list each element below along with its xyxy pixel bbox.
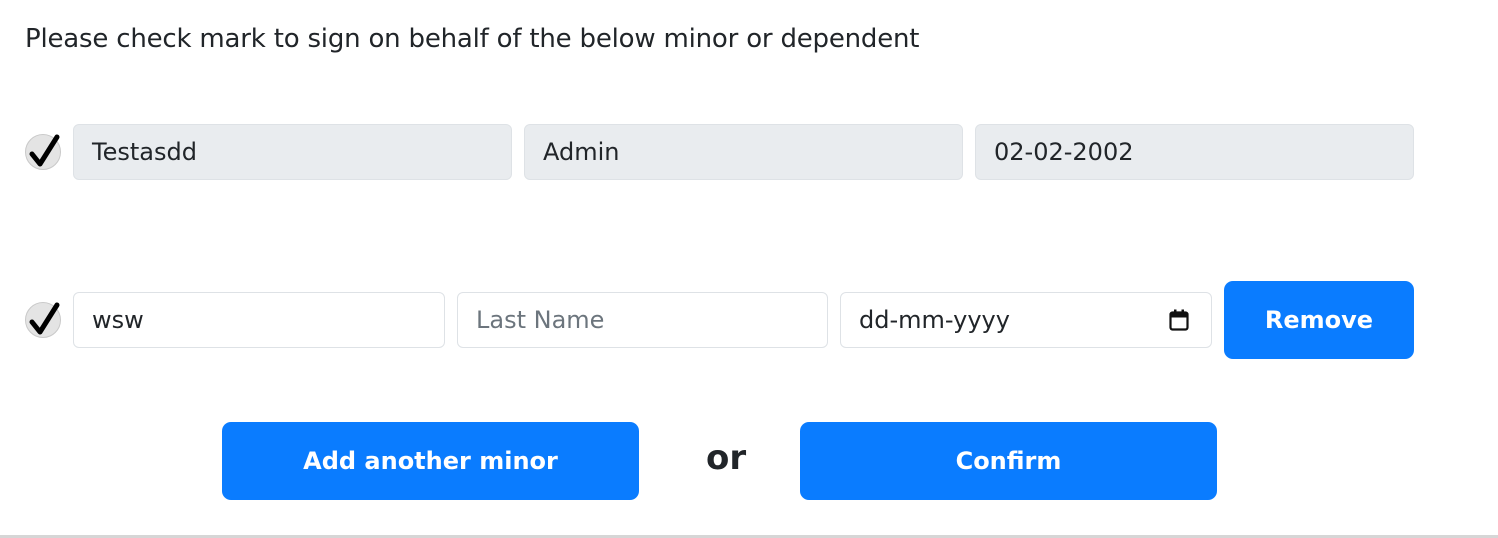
page-title: Please check mark to sign on behalf of t… [25, 24, 920, 54]
new-minor-checkbox[interactable] [25, 302, 61, 338]
dob-date-input[interactable]: dd-mm-yyyy [840, 292, 1212, 348]
checkmark-icon [29, 302, 60, 335]
checkmark-icon [29, 134, 60, 167]
add-another-minor-button[interactable]: Add another minor [222, 422, 639, 500]
minor-signature-form: Please check mark to sign on behalf of t… [0, 0, 1498, 538]
remove-button[interactable]: Remove [1224, 281, 1414, 359]
existing-dob-field: 02-02-2002 [975, 124, 1414, 180]
first-name-input[interactable]: wsw [73, 292, 445, 348]
last-name-input[interactable]: Last Name [457, 292, 828, 348]
existing-minor-checkbox[interactable] [25, 134, 61, 170]
existing-last-name-field: Admin [524, 124, 963, 180]
dob-placeholder: dd-mm-yyyy [859, 306, 1010, 334]
confirm-button[interactable]: Confirm [800, 422, 1217, 500]
calendar-icon[interactable] [1169, 309, 1189, 331]
existing-first-name-field: Testasdd [73, 124, 512, 180]
or-separator: or [706, 438, 747, 478]
